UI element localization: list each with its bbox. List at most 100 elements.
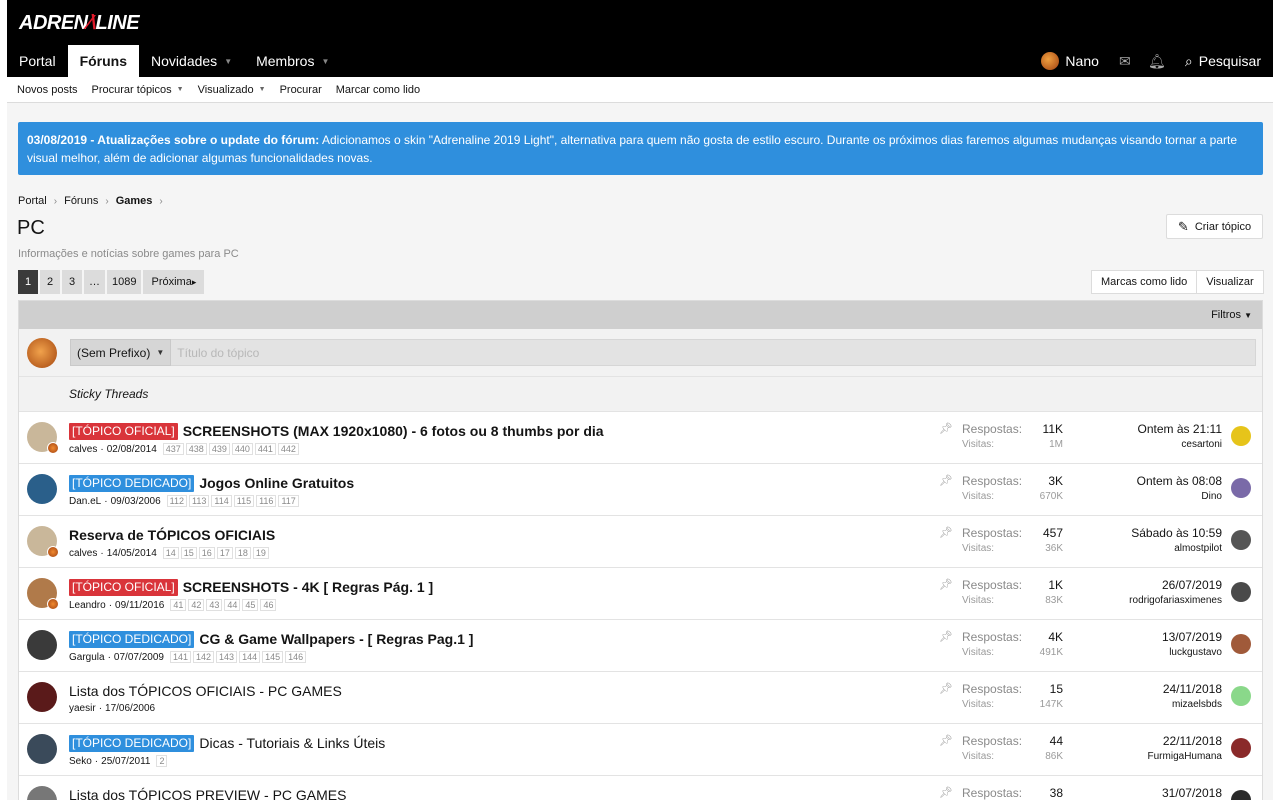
avatar[interactable] (27, 734, 57, 764)
last-post-date[interactable]: Sábado às 10:59 (1079, 526, 1222, 540)
thread-page-link[interactable]: 46 (260, 599, 277, 611)
thread-page-link[interactable]: 117 (278, 495, 299, 507)
page-button[interactable]: 2 (40, 270, 60, 294)
last-post-user[interactable]: Dino (1079, 491, 1222, 502)
nav-tab-0[interactable]: Portal (7, 45, 68, 77)
thread-title[interactable]: SCREENSHOTS - 4K [ Regras Pág. 1 ] (183, 579, 434, 595)
thread-page-link[interactable]: 143 (216, 651, 238, 663)
thread-page-link[interactable]: 440 (231, 443, 253, 455)
thread-page-link[interactable]: 114 (211, 495, 232, 507)
thread-page-link[interactable]: 146 (285, 651, 307, 663)
next-page-button[interactable]: Próxima ▸ (143, 270, 205, 294)
breadcrumb-forums[interactable]: Fóruns (64, 195, 98, 207)
last-post-date[interactable]: 13/07/2019 (1079, 630, 1222, 644)
subnav-item-0[interactable]: Novos posts (17, 84, 78, 96)
avatar[interactable] (1231, 790, 1251, 800)
thread-title[interactable]: Lista dos TÓPICOS PREVIEW - PC GAMES (69, 787, 346, 800)
thread-author[interactable]: yaesir (69, 703, 96, 714)
thread-page-link[interactable]: 15 (180, 547, 197, 559)
thread-author[interactable]: Dan.eL (69, 496, 101, 507)
avatar[interactable] (27, 786, 57, 800)
thread-title[interactable]: Jogos Online Gratuitos (199, 475, 354, 491)
avatar[interactable] (1231, 738, 1251, 758)
thread-page-link[interactable]: 42 (188, 599, 205, 611)
thread-page-link[interactable]: 45 (242, 599, 259, 611)
thread-page-link[interactable]: 2 (156, 755, 168, 767)
thread-page-link[interactable]: 14 (162, 547, 179, 559)
site-logo[interactable]: ADREN ⁄\ LINE (19, 6, 140, 40)
thread-page-link[interactable]: 116 (256, 495, 277, 507)
thread-page-link[interactable]: 141 (169, 651, 192, 663)
filters-button[interactable]: Filtros ▼ (1211, 309, 1252, 321)
subnav-item-1[interactable]: Procurar tópicos ▼ (92, 84, 184, 96)
thread-date[interactable]: 09/03/2006 (111, 496, 161, 507)
subnav-item-3[interactable]: Procurar (280, 84, 322, 96)
avatar[interactable] (1231, 478, 1251, 498)
thread-author[interactable]: Gargula (69, 652, 105, 663)
thread-page-link[interactable]: 442 (277, 443, 299, 455)
thread-title[interactable]: SCREENSHOTS (MAX 1920x1080) - 6 fotos ou… (183, 423, 604, 439)
thread-prefix-tag[interactable]: [TÓPICO OFICIAL] (69, 422, 178, 440)
thread-page-link[interactable]: 19 (252, 547, 269, 559)
nav-tab-3[interactable]: Membros ▼ (244, 45, 341, 77)
thread-date[interactable]: 17/06/2006 (105, 703, 155, 714)
thread-title[interactable]: Reserva de TÓPICOS OFICIAIS (69, 527, 275, 543)
subnav-item-4[interactable]: Marcar como lido (336, 84, 420, 96)
thread-title[interactable]: Dicas - Tutoriais & Links Úteis (199, 735, 385, 751)
last-post-date[interactable]: 24/11/2018 (1079, 682, 1222, 696)
thread-title[interactable]: CG & Game Wallpapers - [ Regras Pag.1 ] (199, 631, 473, 647)
last-post-date[interactable]: 22/11/2018 (1079, 734, 1222, 748)
avatar[interactable] (1231, 634, 1251, 654)
thread-prefix-tag[interactable]: [TÓPICO DEDICADO] (69, 734, 195, 752)
thread-page-link[interactable]: 437 (162, 443, 184, 455)
thread-page-link[interactable]: 113 (189, 495, 210, 507)
thread-page-link[interactable]: 16 (198, 547, 215, 559)
thread-page-link[interactable]: 439 (208, 443, 230, 455)
thread-date[interactable]: 02/08/2014 (107, 444, 157, 455)
last-post-date[interactable]: 26/07/2019 (1079, 578, 1222, 592)
breadcrumb-portal[interactable]: Portal (18, 195, 47, 207)
last-post-date[interactable]: Ontem às 08:08 (1079, 474, 1222, 488)
last-post-date[interactable]: Ontem às 21:11 (1079, 422, 1223, 436)
thread-date[interactable]: 07/07/2009 (114, 652, 164, 663)
bell-icon[interactable]: 🔔︎ (1141, 45, 1173, 77)
thread-prefix-tag[interactable]: [TÓPICO OFICIAL] (69, 578, 178, 596)
thread-page-link[interactable]: 17 (216, 547, 233, 559)
avatar[interactable] (27, 682, 57, 712)
breadcrumb-games[interactable]: Games (116, 195, 153, 207)
avatar[interactable] (1231, 530, 1251, 550)
thread-page-link[interactable]: 112 (166, 495, 188, 507)
prefix-select[interactable]: (Sem Prefixo) ▼ (70, 339, 172, 366)
thread-page-link[interactable]: 142 (193, 651, 215, 663)
subnav-item-2[interactable]: Visualizado ▼ (198, 84, 266, 96)
mark-read-button[interactable]: Marcas como lido (1091, 270, 1198, 294)
thread-page-link[interactable]: 145 (262, 651, 284, 663)
thread-page-link[interactable]: 41 (170, 599, 187, 611)
thread-author[interactable]: calves (69, 444, 97, 455)
user-menu[interactable]: Nano (1031, 45, 1108, 77)
thread-page-link[interactable]: 44 (224, 599, 241, 611)
nav-tab-1[interactable]: Fóruns (67, 45, 140, 77)
view-button[interactable]: Visualizar (1197, 270, 1264, 294)
avatar[interactable] (27, 474, 57, 504)
avatar[interactable] (1231, 426, 1251, 446)
thread-title-input[interactable]: Título do tópico (171, 339, 1257, 366)
last-post-user[interactable]: rodrigofariasximenes (1079, 595, 1222, 606)
thread-date[interactable]: 14/05/2014 (107, 548, 157, 559)
last-post-user[interactable]: cesartoni (1079, 439, 1222, 450)
last-post-user[interactable]: almostpilot (1079, 543, 1222, 554)
thread-author[interactable]: Seko (69, 756, 92, 767)
thread-date[interactable]: 25/07/2011 (101, 756, 150, 767)
thread-prefix-tag[interactable]: [TÓPICO DEDICADO] (69, 630, 195, 648)
avatar[interactable] (1231, 686, 1251, 706)
last-post-user[interactable]: mizaelsbds (1079, 699, 1222, 710)
thread-author[interactable]: calves (69, 548, 97, 559)
search-button[interactable]: ⌕ Pesquisar (1173, 45, 1273, 77)
thread-page-link[interactable]: 18 (234, 547, 251, 559)
avatar[interactable] (27, 630, 57, 660)
page-button[interactable]: 1089 (107, 270, 142, 294)
thread-page-link[interactable]: 43 (206, 599, 223, 611)
thread-page-link[interactable]: 438 (185, 443, 207, 455)
page-button[interactable]: 3 (62, 270, 82, 294)
nav-tab-2[interactable]: Novidades ▼ (139, 45, 244, 77)
